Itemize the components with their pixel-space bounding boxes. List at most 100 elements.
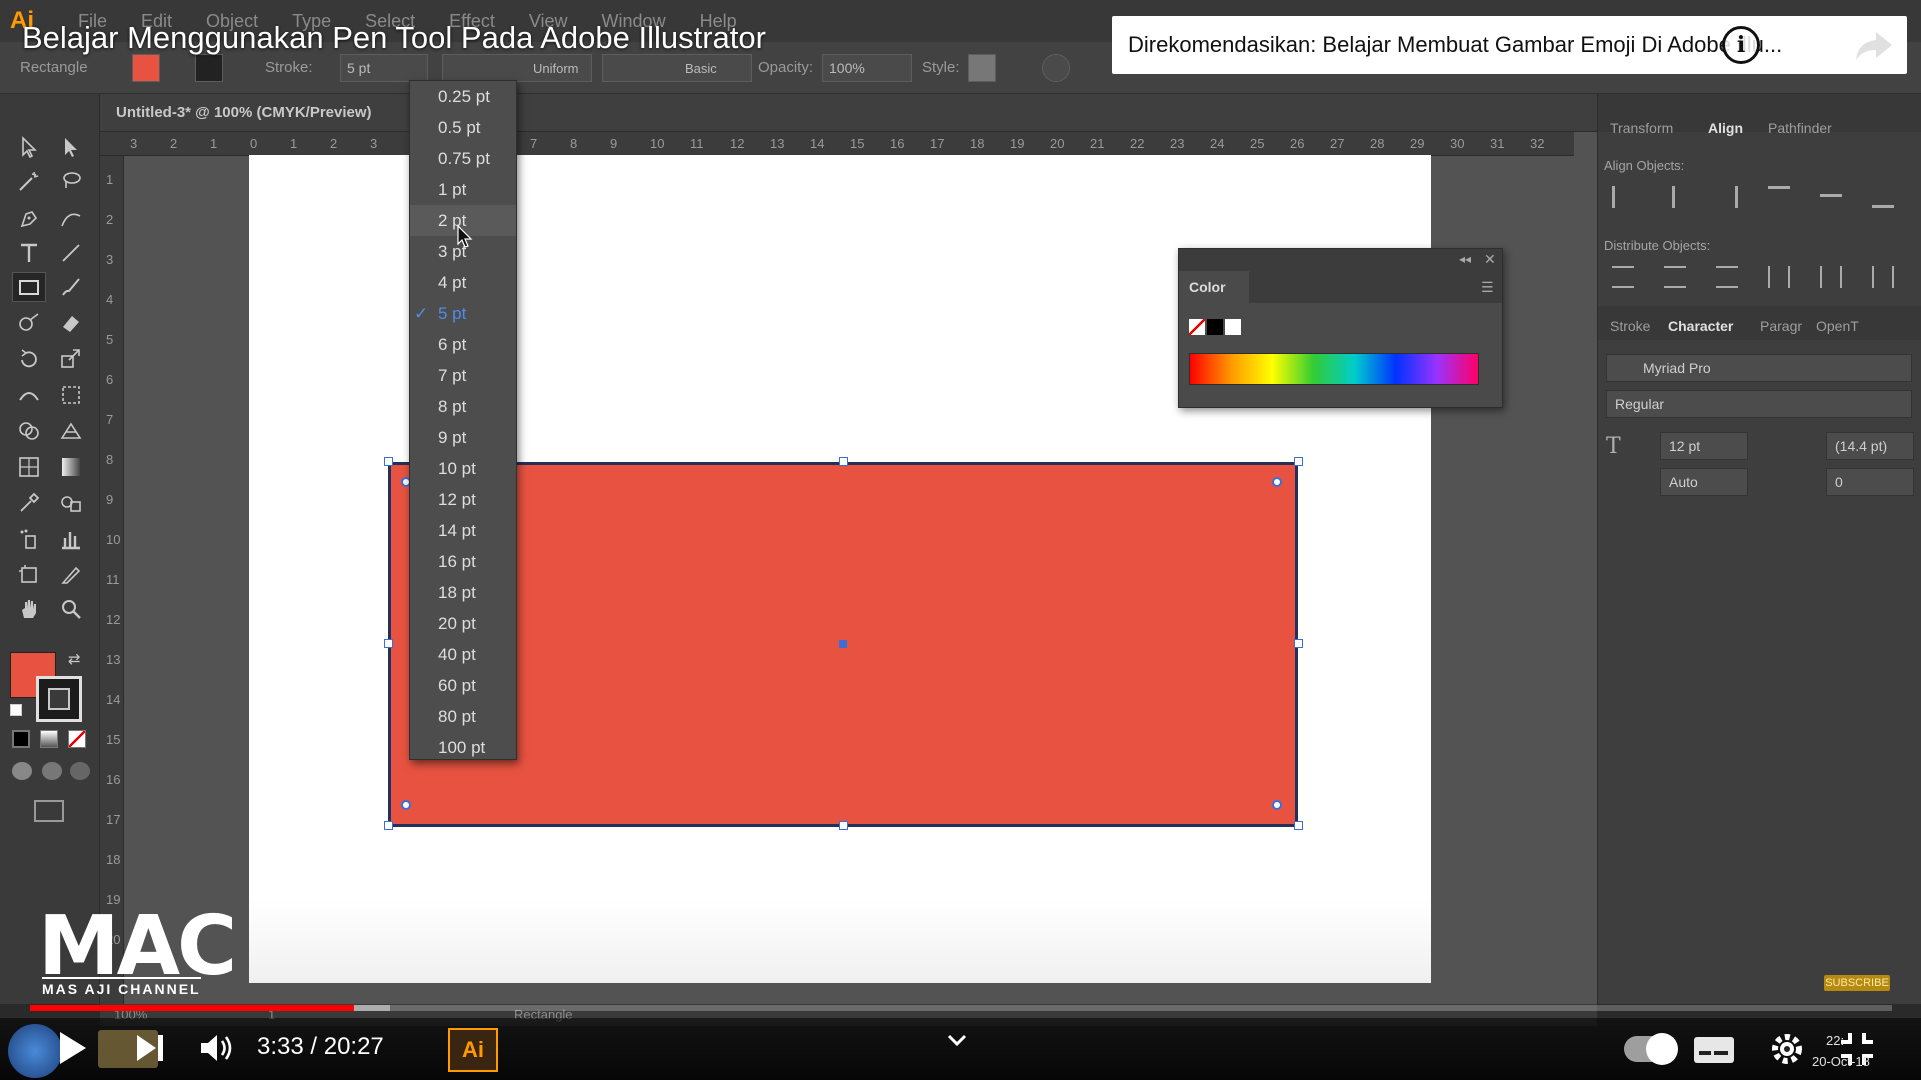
scale-tool-icon[interactable] bbox=[54, 344, 88, 374]
artboard-tool-icon[interactable] bbox=[12, 560, 46, 590]
graphic-style-swatch[interactable] bbox=[968, 54, 996, 82]
align-bottom-icon[interactable] bbox=[1872, 186, 1894, 208]
bounding-handle-bottom-right[interactable] bbox=[1294, 821, 1303, 830]
distribute-vertical-center-icon[interactable] bbox=[1664, 266, 1686, 288]
stroke-option[interactable]: 12 pt bbox=[410, 484, 516, 515]
tab-stroke[interactable]: Stroke bbox=[1610, 318, 1650, 334]
bounding-handle-middle-left[interactable] bbox=[384, 639, 393, 648]
black-swatch[interactable] bbox=[1207, 319, 1223, 335]
settings-gear-icon[interactable] bbox=[1768, 1030, 1806, 1068]
shape-builder-tool-icon[interactable] bbox=[12, 416, 46, 446]
stroke-option[interactable]: 100 pt bbox=[410, 732, 516, 759]
fill-swatch[interactable] bbox=[132, 54, 160, 82]
line-segment-tool-icon[interactable] bbox=[54, 238, 88, 268]
color-panel-header[interactable]: ◂◂ ✕ bbox=[1179, 249, 1502, 271]
stroke-color-swatch[interactable] bbox=[36, 676, 82, 722]
tab-character[interactable]: Character bbox=[1668, 318, 1733, 334]
autoplay-toggle[interactable] bbox=[1624, 1033, 1678, 1065]
stroke-option[interactable]: 0.25 pt bbox=[410, 81, 516, 112]
paintbrush-tool-icon[interactable] bbox=[54, 272, 88, 302]
document-tab[interactable]: Untitled-3* @ 100% (CMYK/Preview) bbox=[100, 94, 1597, 132]
chevron-down-icon[interactable] bbox=[946, 1032, 968, 1050]
stroke-option[interactable]: 60 pt bbox=[410, 670, 516, 701]
distribute-horizontal-center-icon[interactable] bbox=[1820, 266, 1842, 288]
perspective-grid-tool-icon[interactable] bbox=[54, 416, 88, 446]
bounding-handle-middle-right[interactable] bbox=[1294, 639, 1303, 648]
distribute-left-icon[interactable] bbox=[1768, 266, 1790, 288]
distribute-bottom-icon[interactable] bbox=[1716, 266, 1738, 288]
font-size-field[interactable]: 12 pt bbox=[1660, 432, 1748, 460]
variable-width-profile[interactable]: Uniform bbox=[442, 54, 592, 82]
stroke-option[interactable]: 14 pt bbox=[410, 515, 516, 546]
rotate-tool-icon[interactable] bbox=[12, 344, 46, 374]
blend-tool-icon[interactable] bbox=[54, 488, 88, 518]
stroke-option[interactable]: 7 pt bbox=[410, 360, 516, 391]
stroke-option[interactable]: 0.75 pt bbox=[410, 143, 516, 174]
hand-tool-icon[interactable] bbox=[12, 594, 46, 624]
stroke-option[interactable]: 20 pt bbox=[410, 608, 516, 639]
opacity-field[interactable]: 100% bbox=[822, 54, 912, 82]
stroke-weight-field[interactable]: 5 pt bbox=[340, 54, 428, 82]
none-swatch[interactable] bbox=[1189, 319, 1205, 335]
tracking-field[interactable]: 0 bbox=[1826, 468, 1914, 496]
recolor-artwork-icon[interactable] bbox=[1042, 54, 1070, 82]
white-swatch[interactable] bbox=[1225, 319, 1241, 335]
selection-tool-icon[interactable] bbox=[12, 132, 46, 162]
tab-pathfinder[interactable]: Pathfinder bbox=[1768, 120, 1832, 136]
mesh-tool-icon[interactable] bbox=[12, 452, 46, 482]
color-mode-icon[interactable] bbox=[12, 730, 30, 748]
share-icon[interactable] bbox=[1854, 28, 1894, 62]
draw-normal-icon[interactable] bbox=[12, 762, 32, 780]
curvature-tool-icon[interactable] bbox=[54, 204, 88, 234]
free-transform-tool-icon[interactable] bbox=[54, 380, 88, 410]
close-panel-icon[interactable]: ✕ bbox=[1484, 251, 1496, 268]
type-tool-icon[interactable] bbox=[12, 238, 46, 268]
stroke-swatch[interactable] bbox=[195, 54, 223, 82]
align-horizontal-center-icon[interactable] bbox=[1672, 186, 1694, 208]
brush-definition[interactable]: Basic bbox=[602, 54, 752, 82]
stroke-option-selected[interactable]: ✓ 5 pt bbox=[410, 298, 516, 329]
bounding-handle-top-left[interactable] bbox=[384, 457, 393, 466]
bounding-handle-top-center[interactable] bbox=[839, 457, 848, 466]
stroke-option[interactable]: 18 pt bbox=[410, 577, 516, 608]
align-vertical-center-icon[interactable] bbox=[1820, 194, 1842, 216]
default-colors-icon[interactable] bbox=[10, 704, 22, 716]
bounding-handle-bottom-center[interactable] bbox=[839, 821, 848, 830]
magic-wand-tool-icon[interactable] bbox=[12, 166, 46, 196]
none-mode-icon[interactable] bbox=[68, 730, 86, 748]
slice-tool-icon[interactable] bbox=[54, 560, 88, 590]
corner-widget-bottom-left[interactable] bbox=[401, 800, 411, 810]
direct-selection-tool-icon[interactable] bbox=[54, 132, 88, 162]
draw-behind-icon[interactable] bbox=[42, 762, 62, 780]
play-icon[interactable] bbox=[56, 1030, 88, 1066]
volume-icon[interactable] bbox=[198, 1030, 234, 1066]
leading-field[interactable]: (14.4 pt) bbox=[1826, 432, 1914, 460]
swap-fill-stroke-icon[interactable]: ⇄ bbox=[68, 650, 81, 668]
stroke-option[interactable]: 4 pt bbox=[410, 267, 516, 298]
subscribe-watermark[interactable]: SUBSCRIBE bbox=[1824, 975, 1890, 991]
stroke-option[interactable]: 40 pt bbox=[410, 639, 516, 670]
eraser-tool-icon[interactable] bbox=[54, 308, 88, 338]
width-tool-icon[interactable] bbox=[12, 380, 46, 410]
eyedropper-tool-icon[interactable] bbox=[12, 488, 46, 518]
lasso-tool-icon[interactable] bbox=[54, 166, 88, 196]
color-spectrum-bar[interactable] bbox=[1189, 353, 1479, 385]
align-left-icon[interactable] bbox=[1612, 186, 1634, 208]
captions-icon[interactable] bbox=[1692, 1034, 1736, 1066]
tab-transform[interactable]: Transform bbox=[1610, 120, 1673, 136]
align-top-icon[interactable] bbox=[1768, 186, 1790, 208]
illustrator-taskbar-icon[interactable]: Ai bbox=[448, 1028, 498, 1072]
video-title[interactable]: Belajar Menggunakan Pen Tool Pada Adobe … bbox=[22, 20, 766, 56]
stroke-option[interactable]: 80 pt bbox=[410, 701, 516, 732]
symbol-sprayer-tool-icon[interactable] bbox=[12, 524, 46, 554]
color-panel-tab[interactable]: Color bbox=[1179, 271, 1249, 303]
windows-start-icon[interactable] bbox=[8, 1024, 62, 1078]
stroke-option[interactable]: 9 pt bbox=[410, 422, 516, 453]
draw-inside-icon[interactable] bbox=[70, 762, 90, 780]
collapse-panel-icon[interactable]: ◂◂ bbox=[1459, 252, 1471, 266]
tab-opentype[interactable]: OpenT bbox=[1816, 318, 1859, 334]
screen-mode-icon[interactable] bbox=[34, 800, 64, 822]
font-style-field[interactable]: Regular bbox=[1606, 390, 1912, 418]
corner-widget-top-right[interactable] bbox=[1272, 477, 1282, 487]
font-family-field[interactable]: Myriad Pro bbox=[1606, 354, 1912, 382]
